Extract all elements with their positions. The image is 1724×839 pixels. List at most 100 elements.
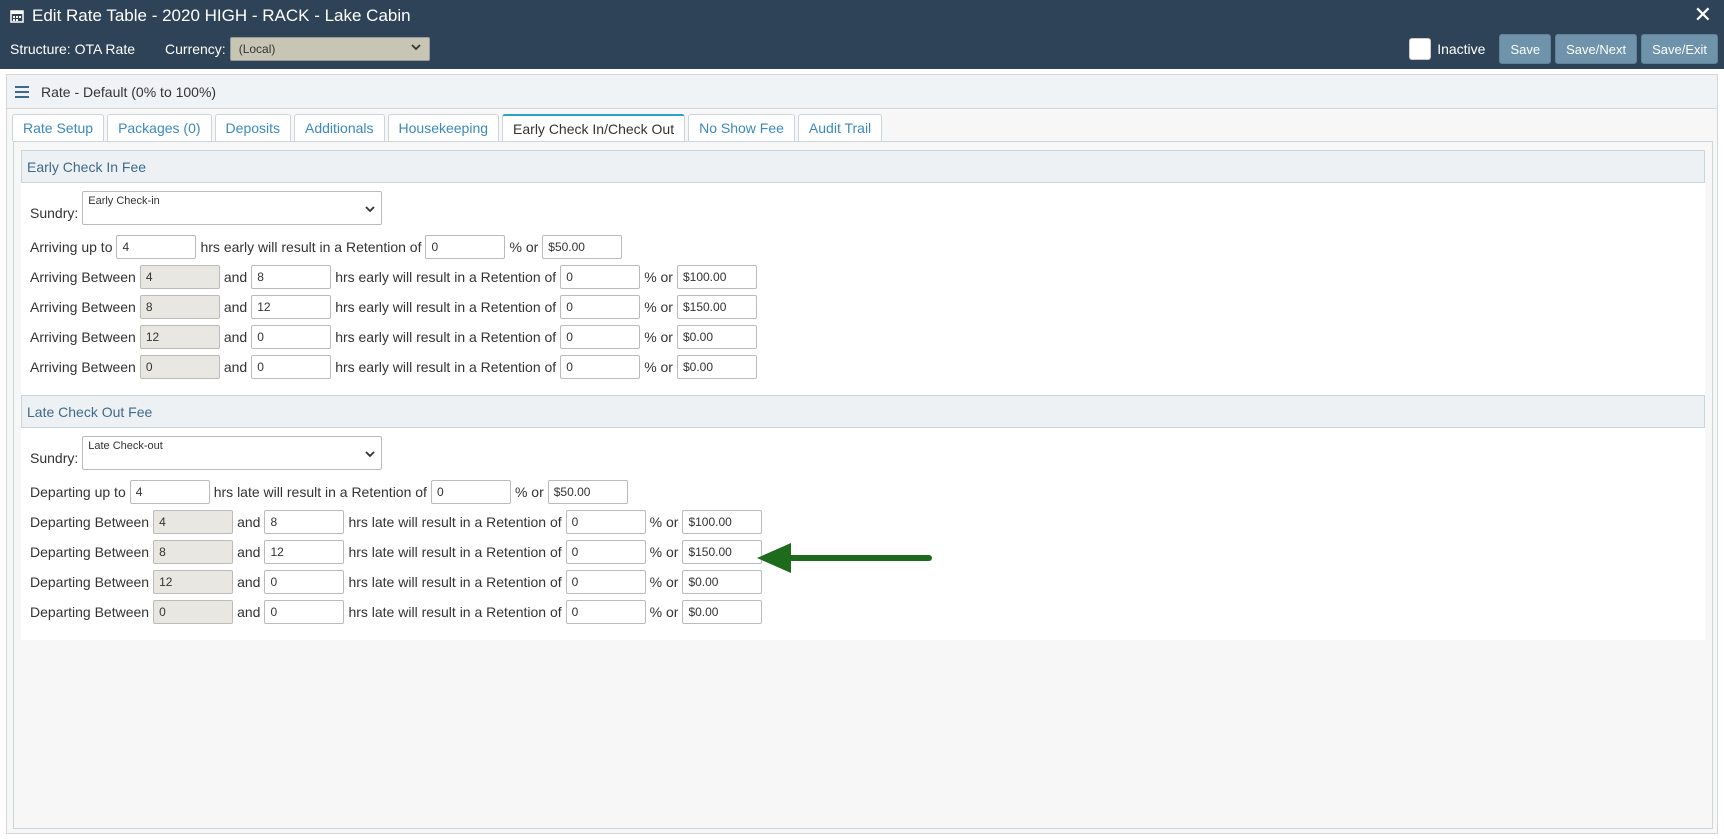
percent-input[interactable]: 0 <box>560 355 641 379</box>
row-prefix: Departing Between <box>30 514 150 530</box>
early-row: Arriving Between 0 and 0 hrs early will … <box>30 355 761 379</box>
or-label: % or <box>514 484 544 500</box>
from-hours-input: 0 <box>139 355 220 379</box>
from-hours-input: 8 <box>139 295 220 319</box>
or-label: % or <box>644 269 673 285</box>
currency-label: Currency: <box>165 41 226 57</box>
hours-input[interactable]: 4 <box>129 480 210 504</box>
hamburger-menu-icon[interactable] <box>15 85 29 98</box>
from-hours-input: 4 <box>139 265 220 289</box>
from-hours-input: 8 <box>153 540 234 564</box>
row-prefix: Arriving Between <box>30 299 136 315</box>
hours-input[interactable]: 4 <box>116 235 197 259</box>
row-text: hrs late will result in a Retention of <box>348 544 562 560</box>
late-row: Departing Between 4 and 8 hrs late will … <box>30 510 766 534</box>
row-prefix: Arriving Between <box>30 359 136 375</box>
amount-input[interactable]: $100.00 <box>682 510 763 534</box>
tab-deposits[interactable]: Deposits <box>214 114 292 141</box>
percent-input[interactable]: 0 <box>560 325 641 349</box>
tab-content: Early Check In Fee Sundry: Early Check-i… <box>13 141 1713 829</box>
to-hours-input[interactable]: 0 <box>251 325 332 349</box>
percent-input[interactable]: 0 <box>430 480 511 504</box>
to-hours-input[interactable]: 0 <box>264 570 345 594</box>
percent-input[interactable]: 0 <box>560 265 641 289</box>
row-prefix: Arriving up to <box>30 239 113 255</box>
row-text: hrs early will result in a Retention of <box>335 329 557 345</box>
early-sundry-row: Sundry: Early Check-in <box>30 191 383 225</box>
early-row: Arriving Between 8 and 12 hrs early will… <box>30 295 761 319</box>
tab-no-show-fee[interactable]: No Show Fee <box>688 114 795 141</box>
amount-input[interactable]: $50.00 <box>542 235 623 259</box>
late-row: Departing Between 8 and 12 hrs late will… <box>30 540 766 564</box>
tab-early-check-in-check-out[interactable]: Early Check In/Check Out <box>502 114 686 142</box>
percent-input[interactable]: 0 <box>565 510 646 534</box>
row-text: hrs late will result in a Retention of <box>348 574 562 590</box>
percent-input[interactable]: 0 <box>565 540 646 564</box>
from-hours-input: 12 <box>139 325 220 349</box>
and-label: and <box>223 269 248 285</box>
title-bar: Edit Rate Table - 2020 HIGH - RACK - Lak… <box>0 0 1724 69</box>
close-icon[interactable]: ✕ <box>1694 4 1712 26</box>
chevron-down-icon <box>411 44 421 51</box>
save-exit-button[interactable]: Save/Exit <box>1641 34 1718 64</box>
amount-input[interactable]: $150.00 <box>676 295 757 319</box>
save-next-button[interactable]: Save/Next <box>1555 34 1638 64</box>
chevron-down-icon <box>365 451 375 458</box>
save-button[interactable]: Save <box>1499 34 1552 64</box>
chevron-down-icon <box>365 206 375 213</box>
to-hours-input[interactable]: 12 <box>264 540 345 564</box>
to-hours-input[interactable]: 8 <box>264 510 345 534</box>
from-hours-input: 4 <box>153 510 234 534</box>
to-hours-input[interactable]: 0 <box>251 355 332 379</box>
late-row: Departing Between 12 and 0 hrs late will… <box>30 570 766 594</box>
early-sundry-label: Sundry: <box>30 205 79 221</box>
percent-input[interactable]: 0 <box>565 600 646 624</box>
and-label: and <box>237 544 261 560</box>
and-label: and <box>223 329 248 345</box>
late-sundry-select[interactable]: Late Check-out <box>82 436 383 470</box>
or-label: % or <box>509 239 539 255</box>
amount-input[interactable]: $150.00 <box>682 540 763 564</box>
percent-input[interactable]: 0 <box>425 235 506 259</box>
percent-input[interactable]: 0 <box>560 295 641 319</box>
or-label: % or <box>644 359 673 375</box>
row-text: hrs late will result in a Retention of <box>348 604 562 620</box>
amount-input[interactable]: $0.00 <box>676 325 757 349</box>
early-row: Arriving Between 4 and 8 hrs early will … <box>30 265 761 289</box>
or-label: % or <box>644 299 673 315</box>
or-label: % or <box>649 604 679 620</box>
or-label: % or <box>649 574 679 590</box>
or-label: % or <box>649 514 679 530</box>
early-first-row: Arriving up to 4 hrs early will result i… <box>30 235 626 259</box>
early-sundry-select[interactable]: Early Check-in <box>82 191 383 225</box>
row-prefix: Departing Between <box>30 574 150 590</box>
from-hours-input: 0 <box>153 600 234 624</box>
late-sundry-label: Sundry: <box>30 450 79 466</box>
tab-rate-setup[interactable]: Rate Setup <box>12 114 105 141</box>
row-prefix: Departing up to <box>30 484 126 500</box>
and-label: and <box>237 574 261 590</box>
to-hours-input[interactable]: 12 <box>251 295 332 319</box>
amount-input[interactable]: $100.00 <box>676 265 757 289</box>
amount-input[interactable]: $0.00 <box>676 355 757 379</box>
row-prefix: Departing Between <box>30 604 150 620</box>
to-hours-input[interactable]: 8 <box>251 265 332 289</box>
amount-input[interactable]: $0.00 <box>682 570 763 594</box>
tab-additionals[interactable]: Additionals <box>294 114 385 141</box>
currency-select[interactable]: (Local) <box>229 37 430 61</box>
tab-packages[interactable]: Packages (0) <box>107 114 212 141</box>
row-prefix: Departing Between <box>30 544 150 560</box>
amount-input[interactable]: $50.00 <box>547 480 628 504</box>
inactive-checkbox[interactable] <box>1409 38 1432 60</box>
to-hours-input[interactable]: 0 <box>264 600 345 624</box>
amount-input[interactable]: $0.00 <box>682 600 763 624</box>
rate-panel: Rate - Default (0% to 100%) Rate Setup P… <box>6 74 1718 834</box>
late-sundry-value: Late Check-out <box>88 440 163 452</box>
late-sundry-row: Sundry: Late Check-out <box>30 436 383 470</box>
tab-housekeeping[interactable]: Housekeeping <box>387 114 500 141</box>
percent-input[interactable]: 0 <box>565 570 646 594</box>
or-label: % or <box>649 544 679 560</box>
inactive-label: Inactive <box>1437 41 1486 57</box>
row-text: hrs early will result in a Retention of <box>335 359 557 375</box>
tab-audit-trail[interactable]: Audit Trail <box>797 114 883 141</box>
